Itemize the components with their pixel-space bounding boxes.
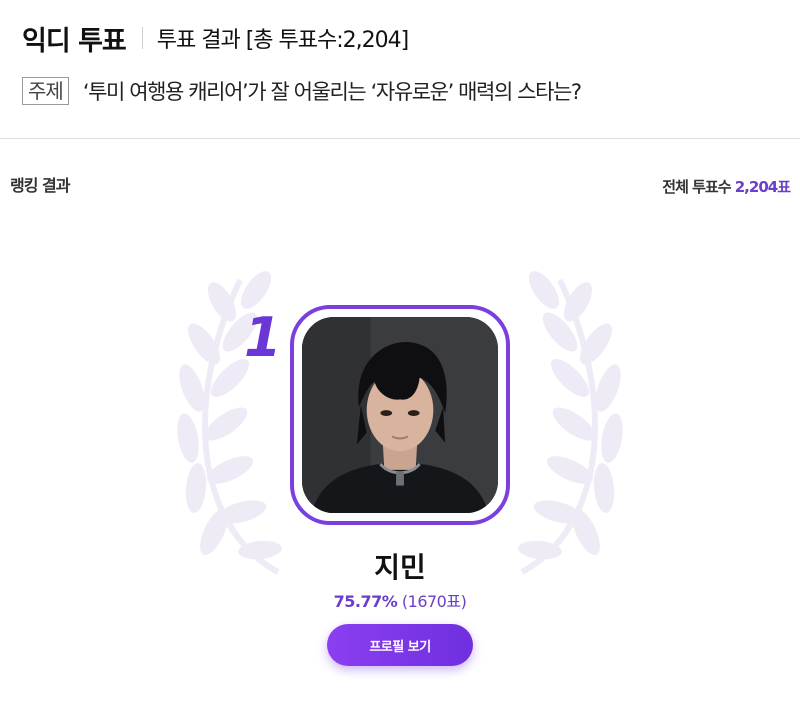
section-divider — [0, 138, 800, 139]
vote-header: 익디 투표 투표 결과 [총 투표수:2,204] — [22, 18, 409, 58]
winner-name: 지민 — [374, 551, 426, 584]
winner-photo — [302, 317, 498, 513]
rank-number: 1 — [244, 306, 282, 369]
total-votes-value: 2,204표 — [734, 178, 791, 196]
total-votes-label: 전체 투표수 — [662, 178, 731, 196]
winner-vote-count: (1670표) — [401, 592, 467, 611]
topic-question: ‘투미 여행용 캐리어’가 잘 어울리는 ‘자유로운’ 매력의 스타는? — [82, 80, 582, 104]
winner-percent: 75.77% — [333, 592, 398, 611]
winner-stats: 75.77% (1670표) — [0, 588, 800, 612]
header-divider — [141, 27, 143, 49]
ranking-label: 랭킹 결과 — [10, 176, 70, 195]
portrait-image — [302, 317, 498, 513]
topic-row: 주제 ‘투미 여행용 캐리어’가 잘 어울리는 ‘자유로운’ 매력의 스타는? — [22, 74, 582, 108]
view-profile-button[interactable]: 프로필 보기 — [327, 624, 473, 666]
total-votes: 전체 투표수 2,204표 — [662, 176, 791, 197]
brand-title: 익디 투표 — [22, 25, 127, 57]
topic-tag: 주제 — [22, 77, 69, 105]
result-title: 투표 결과 [총 투표수:2,204] — [156, 28, 409, 53]
winner-photo-frame[interactable] — [290, 305, 510, 525]
